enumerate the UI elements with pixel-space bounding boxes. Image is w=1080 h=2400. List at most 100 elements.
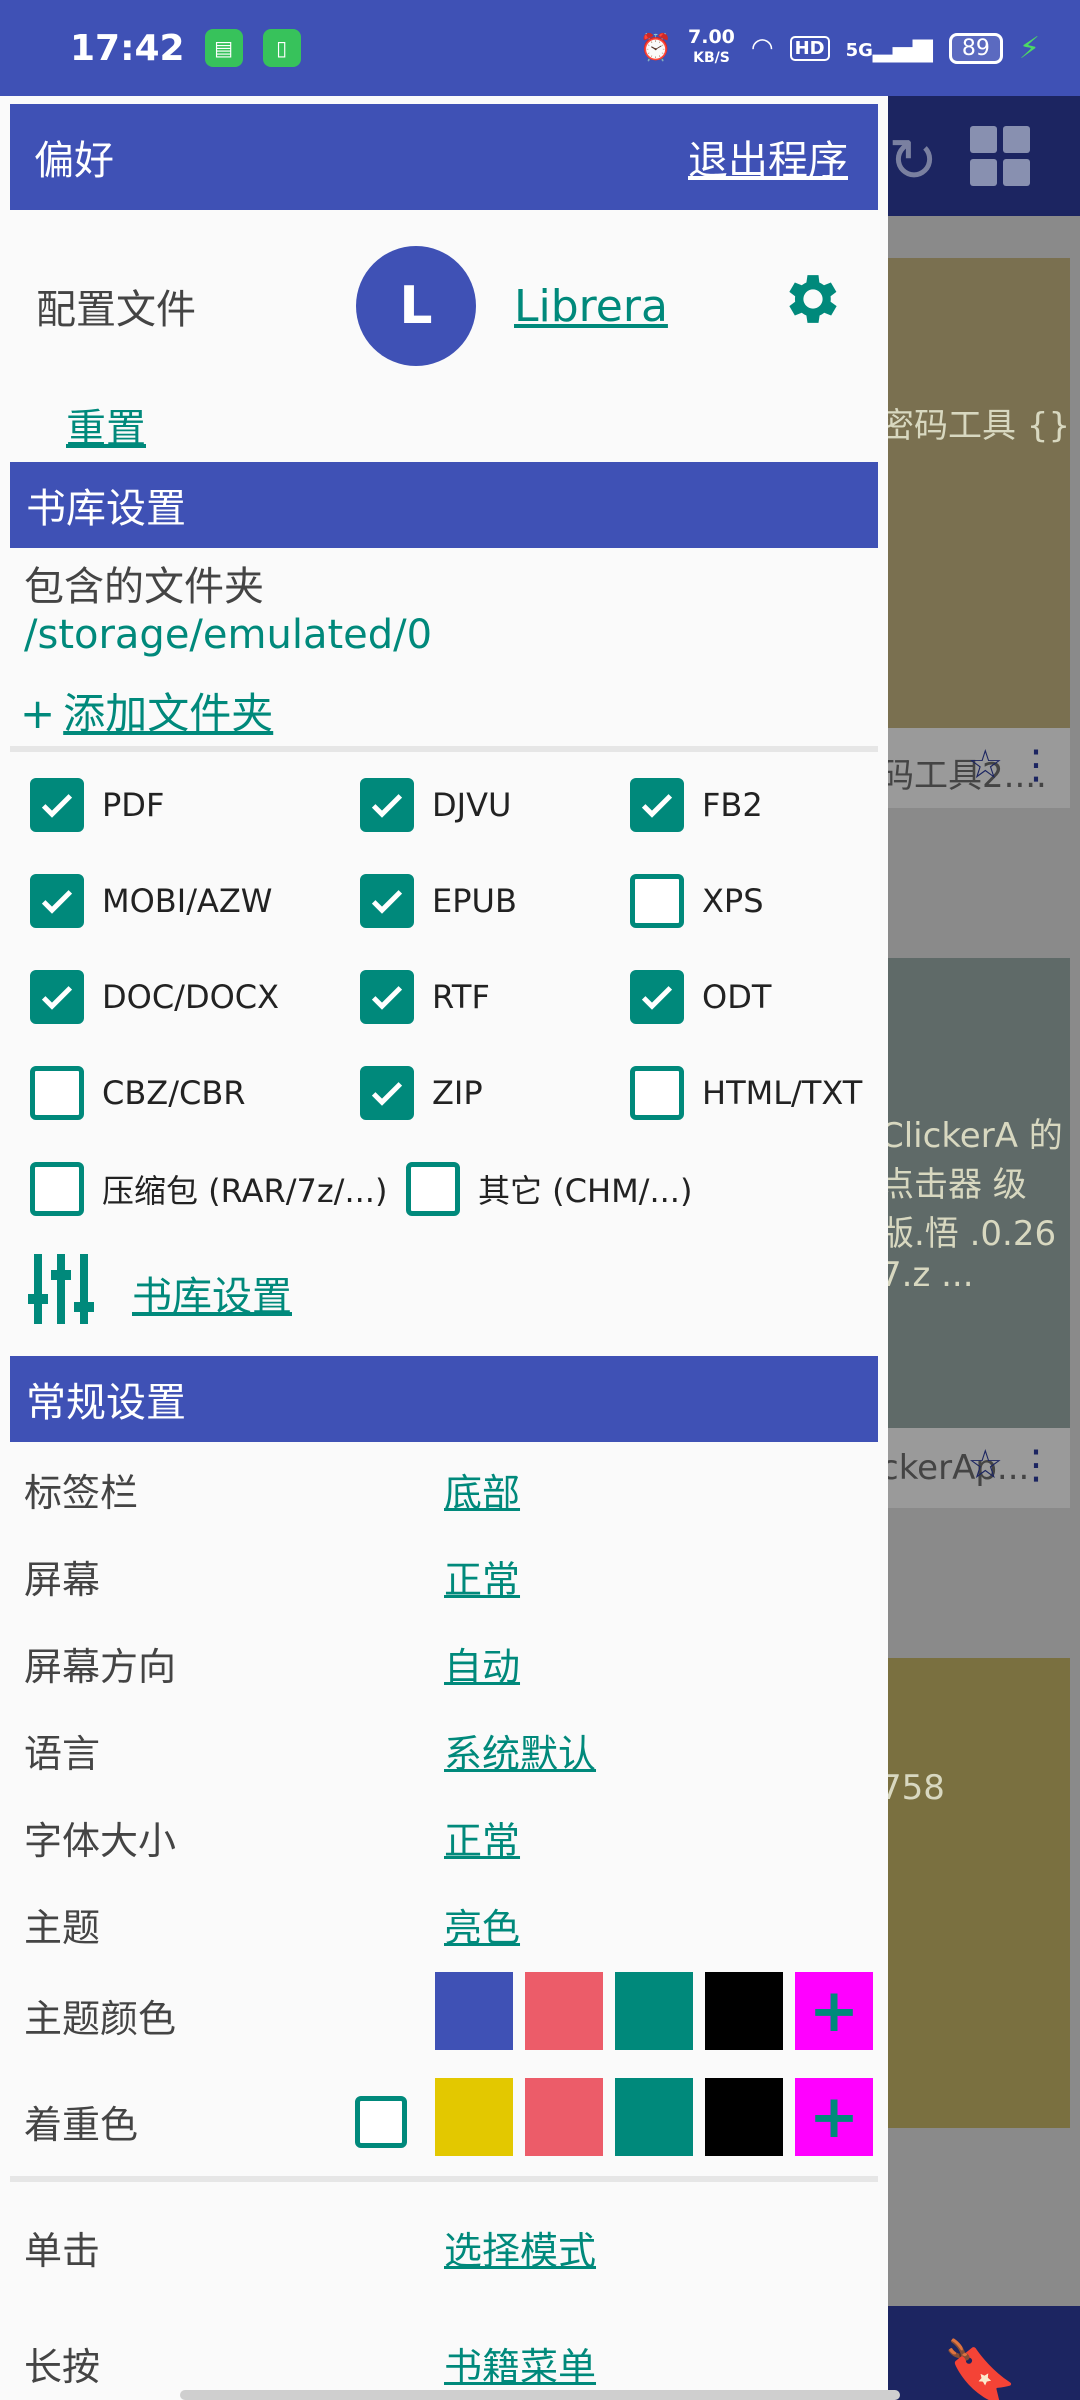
setting-value-link[interactable]: 正常 (444, 1549, 520, 1604)
alarm-icon: ⏰ (639, 33, 673, 63)
background-toolbar: ↻ (880, 96, 1080, 216)
format-label: MOBI/AZW (102, 882, 273, 920)
format-label: EPUB (432, 882, 517, 920)
charging-icon: ⚡ (1018, 30, 1040, 66)
setting-value-link[interactable]: 正常 (444, 1810, 520, 1865)
checkbox-checked-icon[interactable] (630, 970, 684, 1024)
checkbox-checked-icon[interactable] (630, 778, 684, 832)
accent-color-swatch[interactable] (705, 2078, 783, 2156)
checkbox-checked-icon[interactable] (360, 970, 414, 1024)
format-checkbox[interactable]: 压缩包 (RAR/7z/...) (30, 1162, 387, 1216)
bookmark-icon: 🔖 (942, 2337, 1018, 2400)
checkbox-checked-icon[interactable] (360, 778, 414, 832)
theme-color-label: 主题颜色 (24, 1997, 177, 2041)
format-checkbox[interactable]: PDF (30, 778, 164, 832)
book-card: 密码工具 {} Wifi密 具2.1 码工具2.... ☆ ⋮ (880, 258, 1070, 808)
format-checkbox[interactable]: XPS (630, 874, 764, 928)
theme-color-swatch[interactable] (705, 1972, 783, 2050)
add-folder-link[interactable]: + 添加文件夹 (20, 680, 273, 741)
format-checkbox[interactable]: RTF (360, 970, 490, 1024)
accent-color-label: 着重色 (24, 2103, 139, 2147)
setting-label: 屏幕 (24, 1558, 101, 1602)
accent-color-swatch[interactable] (615, 2078, 693, 2156)
setting-value-link[interactable]: 底部 (444, 1462, 520, 1517)
format-label: DJVU (432, 786, 512, 824)
setting-label: 主题 (24, 1906, 101, 1950)
checkbox-empty-icon[interactable] (30, 1066, 84, 1120)
setting-value-link[interactable]: 亮色 (444, 1897, 520, 1952)
add-folder-plus: + (20, 689, 56, 738)
format-checkbox[interactable]: DOC/DOCX (30, 970, 279, 1024)
format-label: RTF (432, 978, 490, 1016)
checkbox-checked-icon[interactable] (360, 1066, 414, 1120)
reset-profile-link[interactable]: 重置 (66, 396, 146, 454)
setting-label: 单击 (24, 2229, 101, 2273)
equalizer-icon (28, 1254, 94, 1324)
folders-label: 包含的文件夹 (24, 564, 264, 610)
format-checkbox[interactable]: CBZ/CBR (30, 1066, 246, 1120)
accent-color-checkbox[interactable] (355, 2096, 407, 2148)
setting-value-link[interactable]: 自动 (444, 1636, 520, 1691)
hd-badge: HD (789, 35, 830, 61)
add-folder-label: 添加文件夹 (63, 689, 274, 738)
setting-label: 语言 (24, 1732, 101, 1776)
setting-label: 长按 (24, 2345, 101, 2389)
setting-value-link[interactable]: 系统默认 (444, 1723, 596, 1778)
exit-app-button[interactable]: 退出程序 (688, 128, 848, 186)
theme-color-swatch[interactable] (525, 1972, 603, 2050)
drawer-header: 偏好 退出程序 (10, 104, 878, 210)
theme-color-add-color-button[interactable]: + (795, 1972, 873, 2050)
format-checkbox[interactable]: 其它 (CHM/...) (406, 1162, 692, 1216)
accent-color-swatch[interactable] (435, 2078, 513, 2156)
format-label: FB2 (702, 786, 763, 824)
setting-value-link[interactable]: 书籍菜单 (444, 2336, 596, 2391)
theme-color-swatch[interactable] (435, 1972, 513, 2050)
checkbox-empty-icon[interactable] (406, 1162, 460, 1216)
format-checkbox[interactable]: MOBI/AZW (30, 874, 272, 928)
book-actions: ☆ ⋮ (967, 1442, 1056, 1488)
format-label: PDF (102, 786, 165, 824)
avatar[interactable]: L (356, 246, 476, 366)
book-card: ClickerA 的点击器 级版.悟 .0.26 7.z ... ckerAp.… (880, 958, 1070, 1508)
setting-value-link[interactable]: 选择模式 (444, 2220, 596, 2275)
status-indicators: ⏰ 7.00 KB/S ◠ HD 5G▂▄▆ 89 ⚡ (640, 28, 1040, 68)
format-checkbox[interactable]: DJVU (360, 778, 511, 832)
format-label: ZIP (432, 1074, 483, 1112)
format-checkbox[interactable]: ODT (630, 970, 771, 1024)
profile-name-link[interactable]: Librera (514, 281, 668, 332)
format-label: 其它 (CHM/...) (478, 1172, 693, 1210)
format-label: HTML/TXT (702, 1074, 863, 1112)
format-checkbox[interactable]: HTML/TXT (630, 1066, 862, 1120)
refresh-icon: ↻ (888, 126, 939, 196)
checkbox-empty-icon[interactable] (30, 1162, 84, 1216)
checkbox-checked-icon[interactable] (360, 874, 414, 928)
battery-indicator: 89 (948, 32, 1003, 64)
checkbox-empty-icon[interactable] (630, 1066, 684, 1120)
book-actions: ☆ ⋮ (967, 742, 1056, 788)
book-cover: 758 (880, 1658, 1070, 2128)
format-checkbox[interactable]: ZIP (360, 1066, 483, 1120)
format-label: 压缩包 (RAR/7z/...) (102, 1172, 388, 1210)
grid-view-icon (970, 126, 1030, 186)
general-section-title: 常规设置 (26, 1380, 186, 1426)
checkbox-checked-icon[interactable] (30, 874, 84, 928)
checkbox-checked-icon[interactable] (30, 778, 84, 832)
folder-path[interactable]: /storage/emulated/0 (24, 612, 432, 658)
star-icon: ☆ (967, 1442, 1004, 1488)
theme-color-swatch[interactable] (615, 1972, 693, 2050)
checkbox-checked-icon[interactable] (30, 970, 84, 1024)
library-settings-link[interactable]: 书库设置 (132, 1264, 292, 1322)
accent-color-swatch[interactable] (525, 2078, 603, 2156)
setting-label: 标签栏 (24, 1471, 139, 1515)
format-checkbox[interactable]: EPUB (360, 874, 517, 928)
accent-color-add-color-button[interactable]: + (795, 2078, 873, 2156)
message-app-icon: ▤ (204, 29, 243, 67)
net-speed-value: 7.00 (688, 26, 735, 48)
format-checkbox[interactable]: FB2 (630, 778, 763, 832)
general-section-header: 常规设置 (10, 1356, 878, 1442)
format-label: ODT (702, 978, 772, 1016)
checkbox-empty-icon[interactable] (630, 874, 684, 928)
gear-icon[interactable] (780, 266, 846, 332)
signal-icon: 5G▂▄▆ (845, 33, 933, 63)
library-section-title: 书库设置 (26, 486, 186, 532)
